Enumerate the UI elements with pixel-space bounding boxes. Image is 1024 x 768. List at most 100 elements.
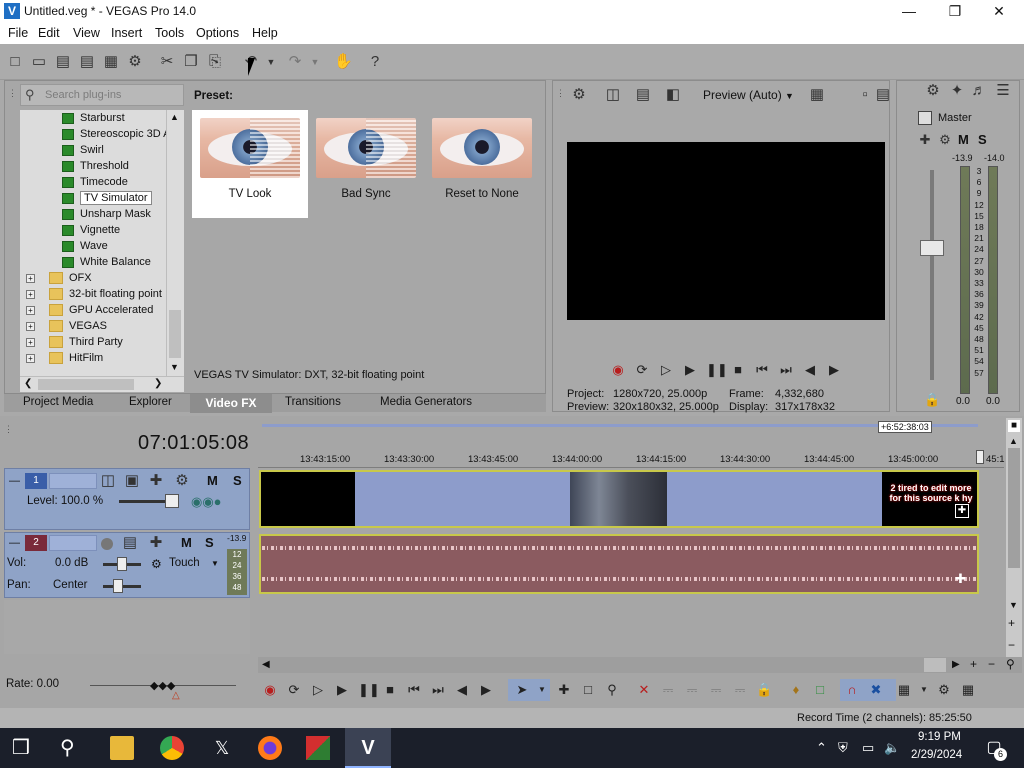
tree-folder-gpu[interactable]: + GPU Accelerated [26, 302, 153, 318]
menu-view[interactable]: View [73, 26, 100, 40]
collapse-track-icon[interactable]: — [9, 537, 20, 549]
zoom-out-horizontal-icon[interactable]: − [988, 657, 995, 671]
scroll-left-icon[interactable]: ❮ [24, 378, 32, 389]
selection-edit-tool-icon[interactable]: □ [580, 682, 596, 698]
grid-overlay-icon[interactable]: ▦ [808, 86, 826, 104]
zoom-tool-icon[interactable]: ⚲ [1006, 657, 1015, 671]
scroll-thumb[interactable] [1008, 448, 1020, 568]
render-icon[interactable]: ▦ [102, 53, 120, 71]
preset-reset-to-none[interactable]: Reset to None [424, 110, 540, 218]
tree-vertical-scrollbar[interactable]: ▲ ▼ [166, 110, 184, 376]
clock-date[interactable]: 2/29/2024 [911, 749, 962, 761]
play-from-start-icon[interactable]: ▷ [658, 362, 674, 378]
trim-icon[interactable]: ⎓ [732, 682, 748, 698]
copy-icon[interactable]: ❐ [182, 53, 200, 71]
expand-icon[interactable]: + [26, 305, 35, 315]
volume-knob[interactable] [117, 557, 127, 571]
menu-edit[interactable]: Edit [38, 26, 60, 40]
compositing-gear-icon[interactable]: ⚙ [173, 472, 191, 490]
audio-track-header[interactable]: — 2 ▤ ✚ M S Vol: 0.0 dB ⚙ Touch ▼ Pan: C… [4, 532, 250, 598]
next-frame-icon[interactable]: ▶ [826, 362, 842, 378]
video-level-knob[interactable] [165, 494, 179, 508]
go-to-start-icon[interactable]: ⏮ [406, 682, 422, 698]
event-pan-crop-icon[interactable]: ⚙ [936, 682, 952, 698]
split-screen-icon[interactable]: ▤ [634, 86, 652, 104]
tab-video-fx[interactable]: Video FX [190, 394, 272, 413]
save-snapshot-icon[interactable]: ▤ [874, 86, 892, 104]
audio-mute-button[interactable]: M [181, 535, 192, 550]
lock-event-icon[interactable]: 🔒 [756, 682, 772, 698]
speaker-icon[interactable]: ♬ [970, 82, 988, 100]
tab-transitions[interactable]: Transitions [285, 396, 341, 408]
clock-time[interactable]: 9:19 PM [918, 731, 961, 743]
video-solo-button[interactable]: S [233, 473, 242, 488]
automation-mode-value[interactable]: Touch [169, 557, 200, 569]
chevron-down-icon[interactable]: ▼ [211, 559, 219, 568]
search-plugins-input[interactable]: ⚲ Search plug-ins [20, 84, 184, 106]
menu-insert[interactable]: Insert [111, 26, 142, 40]
loop-region-bar[interactable] [262, 424, 978, 427]
scroll-right-icon[interactable]: ❯ [154, 378, 162, 389]
windows-start-icon[interactable]: ❒ [12, 736, 36, 760]
audio-fx-icon[interactable]: ▤ [121, 534, 139, 552]
collapse-track-icon[interactable]: — [9, 475, 20, 487]
automation-mode-icon[interactable]: ⚙ [151, 557, 162, 571]
tree-item-timecode[interactable]: Timecode [62, 174, 128, 190]
close-button[interactable]: ✕ [976, 0, 1022, 24]
preset-tv-look[interactable]: TV Look [192, 110, 308, 218]
ignore-grouping-icon[interactable]: ▦ [960, 682, 976, 698]
trim-start-icon[interactable]: ⎓ [660, 682, 676, 698]
settings-gear-icon[interactable]: ⚙ [126, 53, 144, 71]
tree-folder-third-party[interactable]: + Third Party [26, 334, 123, 350]
tree-folder-32bit[interactable]: +32-bit floating point [26, 286, 162, 302]
expand-icon[interactable]: + [26, 353, 35, 363]
play-from-start-icon[interactable]: ▷ [310, 682, 326, 698]
search-icon[interactable]: ⚲ [60, 736, 84, 760]
timeline-vertical-scrollbar[interactable]: ■ ▲ ▼ + − [1006, 418, 1022, 658]
undo-dropdown-icon[interactable]: ▼ [262, 53, 280, 71]
play-icon[interactable]: ▶ [334, 682, 350, 698]
scroll-down-icon[interactable]: ▼ [1009, 600, 1018, 610]
stop-icon[interactable]: ■ [382, 682, 398, 698]
game-app-icon[interactable] [306, 736, 330, 760]
new-file-icon[interactable]: □ [6, 53, 24, 71]
compositing-mode-icon[interactable]: ◉◉● [191, 494, 222, 510]
scroll-right-icon[interactable]: ▶ [952, 659, 960, 670]
track-name-field[interactable] [49, 535, 97, 551]
expand-icon[interactable]: + [26, 321, 35, 331]
tree-folder-hitfilm[interactable]: + HitFilm [26, 350, 103, 366]
tree-item-swirl[interactable]: Swirl [62, 142, 104, 158]
video-mute-button[interactable]: M [207, 473, 218, 488]
zoom-in-horizontal-icon[interactable]: + [970, 657, 977, 671]
lock-icon[interactable]: 🔒 [924, 392, 940, 408]
go-to-end-icon[interactable]: ⏭ [778, 362, 794, 378]
x-app-icon[interactable]: 𝕏 [210, 736, 234, 760]
zoom-in-vertical-icon[interactable]: + [1008, 616, 1015, 630]
playhead-marker[interactable] [976, 450, 984, 464]
record-icon[interactable]: ◉ [262, 682, 278, 698]
tree-item-tv-simulator[interactable]: TV Simulator [62, 190, 152, 206]
normal-edit-tool-icon[interactable]: ➤ [514, 682, 530, 698]
tree-item-stereoscopic[interactable]: Stereoscopic 3D A [62, 126, 171, 142]
tree-item-white-balance[interactable]: White Balance [62, 254, 151, 270]
expand-icon[interactable]: + [26, 289, 35, 299]
master-checkbox[interactable] [918, 111, 932, 125]
stop-icon[interactable]: ■ [730, 362, 746, 378]
tree-item-vignette[interactable]: Vignette [62, 222, 120, 238]
copy-snapshot-icon[interactable]: ▫ [856, 86, 874, 104]
maximize-button[interactable]: ❐ [932, 0, 978, 24]
scroll-thumb[interactable] [924, 658, 946, 672]
track-fx-icon[interactable]: ▣ [123, 472, 141, 490]
menu-file[interactable]: File [8, 26, 28, 40]
play-icon[interactable]: ▶ [682, 362, 698, 378]
redo-dropdown-icon[interactable]: ▼ [306, 53, 324, 71]
master-fx-chain-icon[interactable]: ⚙ [936, 131, 954, 149]
tab-media-generators[interactable]: Media Generators [380, 396, 472, 408]
trim-end-icon[interactable]: ⎓ [684, 682, 700, 698]
insert-region-icon[interactable]: □ [812, 682, 828, 698]
chrome-icon[interactable] [160, 736, 184, 760]
whats-this-help-icon[interactable]: ? [366, 53, 384, 71]
chevron-down-icon[interactable]: ▼ [916, 682, 932, 698]
timeline-horizontal-scrollbar[interactable]: ◀ ▶ + − ⚲ [258, 657, 1022, 673]
loop-playback-icon[interactable]: ⟳ [286, 682, 302, 698]
